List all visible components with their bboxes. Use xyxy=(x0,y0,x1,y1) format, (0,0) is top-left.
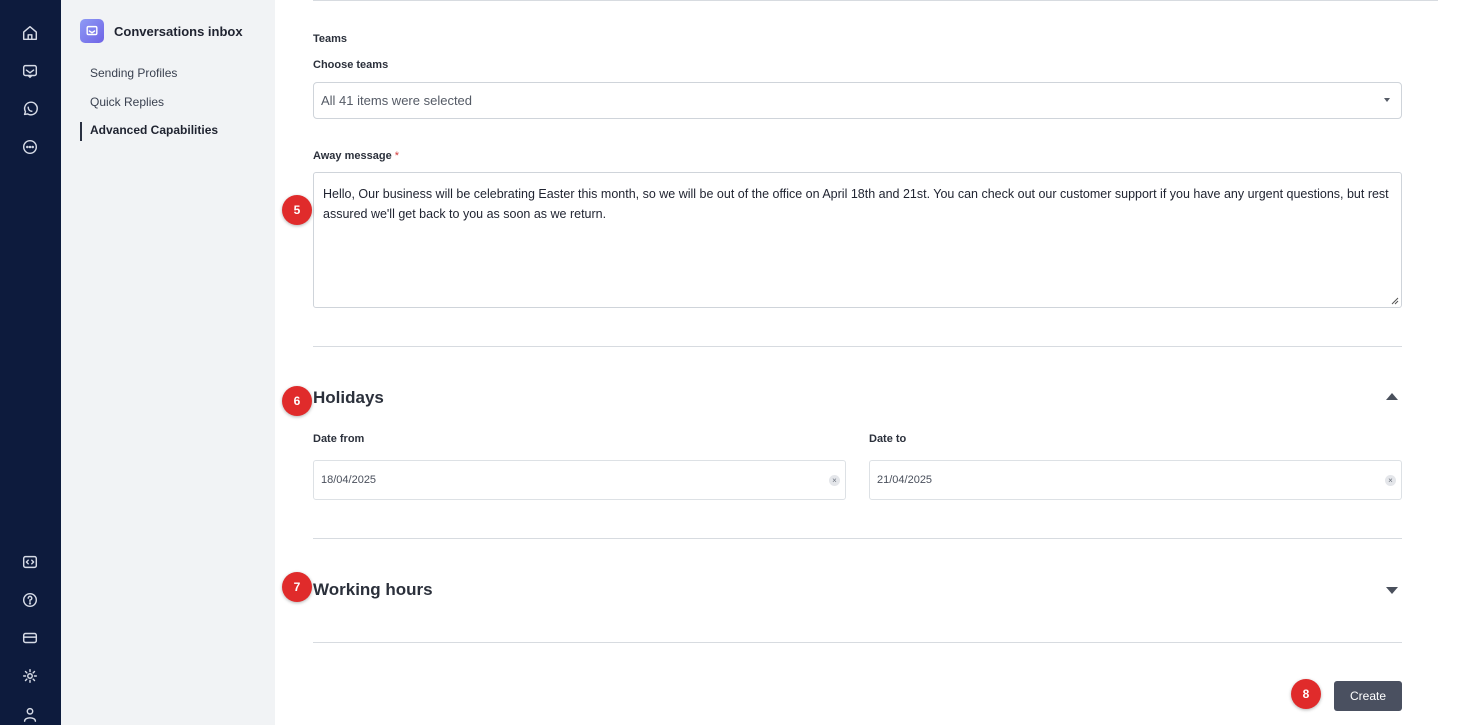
active-indicator xyxy=(80,122,82,141)
step-marker: 7 xyxy=(282,572,312,602)
chevron-down-icon[interactable] xyxy=(1386,587,1398,594)
date-from-label: Date from xyxy=(313,433,365,445)
conversations-inbox-icon xyxy=(80,19,104,43)
clear-icon[interactable]: × xyxy=(829,475,840,486)
choose-teams-label: Choose teams xyxy=(313,59,389,71)
holidays-title[interactable]: Holidays xyxy=(313,388,384,408)
working-hours-title[interactable]: Working hours xyxy=(313,580,433,600)
sidebar-title: Conversations inbox xyxy=(114,23,243,39)
icon-rail xyxy=(0,0,61,725)
step-marker: 6 xyxy=(282,386,312,416)
whatsapp-icon[interactable] xyxy=(19,98,41,120)
section-divider xyxy=(313,642,1402,643)
chat-bubble-icon[interactable] xyxy=(19,136,41,158)
sidebar-header: Conversations inbox xyxy=(80,19,243,43)
home-icon[interactable] xyxy=(19,22,41,44)
sidebar-item-advanced-capabilities[interactable]: Advanced Capabilities xyxy=(90,123,218,137)
billing-card-icon[interactable] xyxy=(19,627,41,649)
top-divider-extension xyxy=(1398,0,1438,1)
help-icon[interactable] xyxy=(19,589,41,611)
step-marker: 8 xyxy=(1291,679,1321,709)
away-message-label: Away message * xyxy=(313,150,399,162)
inbox-icon[interactable] xyxy=(19,60,41,82)
date-to-input[interactable]: 21/04/2025 × xyxy=(869,460,1402,500)
sidebar-item-quick-replies[interactable]: Quick Replies xyxy=(90,95,164,109)
teams-section-label: Teams xyxy=(313,33,348,45)
secondary-sidebar: Conversations inbox Sending Profiles Qui… xyxy=(61,0,275,725)
clear-icon[interactable]: × xyxy=(1385,475,1396,486)
date-from-value: 18/04/2025 xyxy=(321,474,377,486)
date-to-value: 21/04/2025 xyxy=(877,474,933,486)
away-message-label-text: Away message xyxy=(313,150,392,162)
resize-handle-icon[interactable] xyxy=(1391,297,1399,305)
create-button[interactable]: Create xyxy=(1334,681,1402,711)
teams-select[interactable]: All 41 items were selected xyxy=(313,82,1402,119)
section-divider xyxy=(313,346,1402,347)
section-divider xyxy=(313,538,1402,539)
code-icon[interactable] xyxy=(19,551,41,573)
top-divider xyxy=(313,0,1398,1)
chevron-up-icon[interactable] xyxy=(1386,393,1398,400)
date-to-label: Date to xyxy=(869,433,907,445)
user-icon[interactable] xyxy=(19,703,41,725)
settings-icon[interactable] xyxy=(19,665,41,687)
away-message-text: Hello, Our business will be celebrating … xyxy=(323,187,1389,221)
teams-select-value: All 41 items were selected xyxy=(321,93,473,108)
away-message-textarea[interactable]: Hello, Our business will be celebrating … xyxy=(313,172,1402,308)
sidebar-item-sending-profiles[interactable]: Sending Profiles xyxy=(90,66,177,80)
step-marker: 5 xyxy=(282,195,312,225)
required-asterisk: * xyxy=(394,150,399,162)
date-from-input[interactable]: 18/04/2025 × xyxy=(313,460,846,500)
chevron-down-icon xyxy=(1384,98,1390,102)
